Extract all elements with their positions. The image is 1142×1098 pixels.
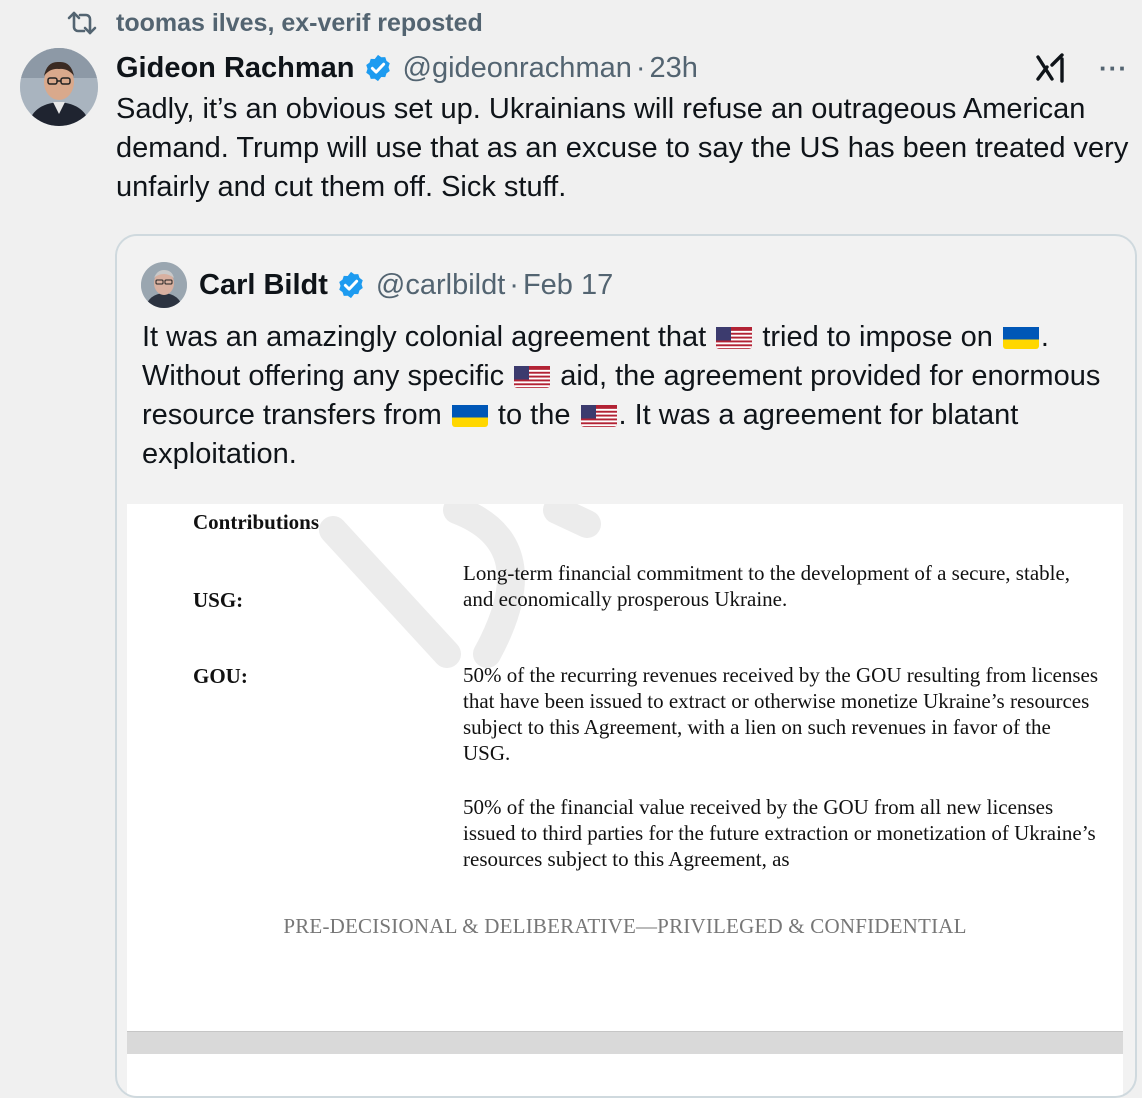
- gou-text-1: 50% of the recurring revenues received b…: [463, 663, 1099, 765]
- document-image[interactable]: Contributions Long-term financial commit…: [127, 504, 1123, 1031]
- author-avatar[interactable]: [20, 48, 98, 126]
- grok-icon[interactable]: [1035, 53, 1069, 83]
- separator-dot: ·: [509, 268, 519, 301]
- author-name[interactable]: Gideon Rachman: [116, 52, 355, 85]
- tweet-text: Sadly, it’s an obvious set up. Ukrainian…: [116, 93, 1129, 203]
- document-next-page: [127, 1054, 1123, 1096]
- repost-icon: [67, 11, 97, 35]
- repost-indicator[interactable]: toomas ilves, ex-verif reposted: [66, 6, 483, 40]
- verified-badge-icon[interactable]: [363, 53, 393, 83]
- tweet-header: Gideon Rachman @gideonrachman · 23h ···: [116, 48, 1128, 88]
- quoted-author-handle[interactable]: @carlbildt: [376, 269, 505, 302]
- quoted-tweet-timestamp[interactable]: Feb 17: [523, 269, 613, 302]
- gou-label: GOU:: [193, 664, 248, 688]
- tweet-timestamp[interactable]: 23h: [650, 52, 698, 85]
- repost-label: toomas ilves, ex-verif reposted: [116, 8, 483, 37]
- us-flag-emoji: [514, 363, 551, 388]
- user-avatar: [141, 262, 187, 308]
- ukraine-flag-emoji: [451, 402, 488, 427]
- author-handle[interactable]: @gideonrachman: [403, 52, 632, 85]
- quoted-author-avatar[interactable]: [141, 262, 187, 308]
- more-options-icon[interactable]: ···: [1099, 53, 1128, 84]
- quoted-tweet-header: Carl Bildt @carlbildt · Feb 17: [141, 262, 613, 308]
- quoted-tweet-card[interactable]: Carl Bildt @carlbildt · Feb 17 It was an…: [115, 234, 1137, 1098]
- us-flag-emoji: [716, 324, 753, 349]
- quoted-author-name[interactable]: Carl Bildt: [199, 269, 328, 302]
- doc-heading: Contributions: [193, 510, 320, 534]
- doc-footer: PRE-DECISIONAL & DELIBERATIVE—PRIVILEGED…: [283, 914, 967, 938]
- usg-text: Long-term financial commitment to the de…: [463, 561, 1071, 611]
- user-avatar: [20, 48, 98, 126]
- header-actions: ···: [1035, 53, 1128, 84]
- usg-label: USG:: [193, 588, 244, 612]
- verified-badge-icon[interactable]: [336, 270, 366, 300]
- gou-text-2: 50% of the financial value received by t…: [463, 795, 1096, 871]
- separator-dot: ·: [635, 51, 646, 84]
- us-flag-emoji: [580, 402, 617, 427]
- document-divider: [127, 1031, 1123, 1055]
- ukraine-flag-emoji: [1002, 324, 1039, 349]
- quoted-tweet-text: It was an amazingly colonial agreement t…: [142, 321, 1101, 470]
